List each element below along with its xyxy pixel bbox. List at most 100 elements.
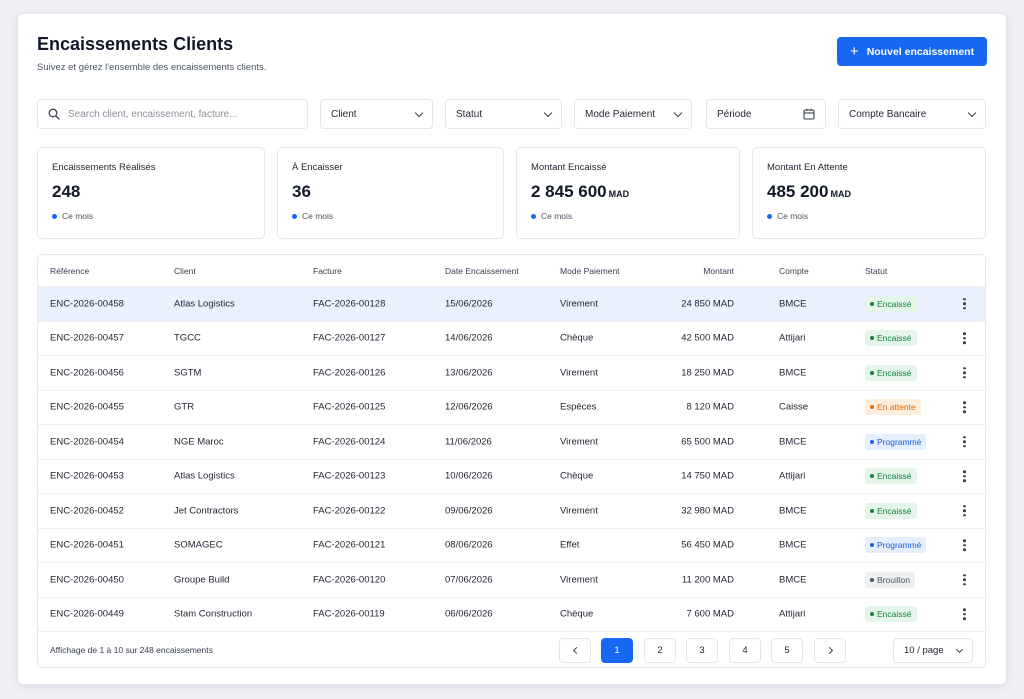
col-mode[interactable]: Mode Paiement xyxy=(560,266,620,276)
cell-facture[interactable]: FAC-2026-00124 xyxy=(313,436,385,447)
cell-mode: Espèces xyxy=(560,401,597,413)
status-dot-icon xyxy=(870,301,874,306)
cell-mode: Chèque xyxy=(560,332,594,344)
cell-reference[interactable]: ENC-2026-00449 xyxy=(50,609,124,620)
table-row[interactable]: ENC-2026-00458 Atlas Logistics FAC-2026-00… xyxy=(38,286,985,321)
page-button-1[interactable]: 1 xyxy=(601,638,633,663)
cell-facture[interactable]: FAC-2026-00128 xyxy=(313,298,385,309)
cell-date: 08/06/2026 xyxy=(445,539,493,551)
periode-filter[interactable]: Période xyxy=(706,99,826,129)
cell-montant: 24 850 MAD xyxy=(681,298,734,310)
more-vertical-icon[interactable] xyxy=(963,574,966,586)
status-dot-icon xyxy=(870,612,874,617)
more-vertical-icon[interactable] xyxy=(963,539,966,551)
cell-compte: Attijari xyxy=(779,608,806,620)
page-button-2[interactable]: 2 xyxy=(644,638,676,663)
new-encaissement-button[interactable]: + Nouvel encaissement xyxy=(837,37,987,66)
page-button-5[interactable]: 5 xyxy=(771,638,803,663)
cell-reference[interactable]: ENC-2026-00458 xyxy=(50,298,124,309)
mode-paiement-filter[interactable]: Mode Paiement xyxy=(574,99,692,129)
cell-reference[interactable]: ENC-2026-00454 xyxy=(50,436,124,447)
cell-reference[interactable]: ENC-2026-00456 xyxy=(50,367,124,378)
table-row[interactable]: ENC-2026-00452 Jet Contractors FAC-2026-00… xyxy=(38,493,985,528)
prev-page-button[interactable] xyxy=(559,638,591,663)
cell-statut: Encaissé xyxy=(865,364,917,381)
page-frame: Encaissements Clients Suivez et gérez l'… xyxy=(18,14,1006,684)
more-vertical-icon[interactable] xyxy=(963,401,966,413)
col-facture[interactable]: Facture xyxy=(313,266,342,276)
more-vertical-icon[interactable] xyxy=(963,436,966,448)
plus-icon: + xyxy=(849,43,859,60)
cell-montant: 8 120 MAD xyxy=(686,401,734,413)
cell-facture[interactable]: FAC-2026-00123 xyxy=(313,471,385,482)
status-badge: Encaissé xyxy=(865,364,917,381)
table-row[interactable]: ENC-2026-00457 TGCC FAC-2026-00127 14/06/20… xyxy=(38,320,985,356)
cell-facture[interactable]: FAC-2026-00121 xyxy=(313,540,385,551)
table-row[interactable]: ENC-2026-00451 SOMAGEC FAC-2026-00121 08/06… xyxy=(38,527,985,563)
page-title: Encaissements Clients xyxy=(37,34,234,54)
status-dot-icon xyxy=(870,336,874,341)
cell-facture[interactable]: FAC-2026-00126 xyxy=(313,367,385,378)
col-client[interactable]: Client xyxy=(174,266,196,276)
cell-facture[interactable]: FAC-2026-00125 xyxy=(313,402,385,413)
cell-facture[interactable]: FAC-2026-00122 xyxy=(313,505,385,516)
chevron-left-icon xyxy=(572,646,580,655)
new-encaissement-label: Nouvel encaissement xyxy=(866,45,975,58)
more-vertical-icon[interactable] xyxy=(963,332,966,344)
cell-reference[interactable]: ENC-2026-00452 xyxy=(50,505,124,516)
more-vertical-icon[interactable] xyxy=(963,608,966,620)
status-badge: En attente xyxy=(865,399,921,416)
cell-mode: Chèque xyxy=(560,470,594,482)
cell-compte: BMCE xyxy=(779,367,807,379)
client-filter[interactable]: Client xyxy=(320,99,433,129)
search-input[interactable]: Search client, encaissement, facture... xyxy=(37,99,308,129)
col-date[interactable]: Date Encaissement xyxy=(445,266,519,276)
table-row[interactable]: ENC-2026-00449 Stam Construction FAC-2026-… xyxy=(38,596,985,632)
cell-reference[interactable]: ENC-2026-00451 xyxy=(50,540,124,551)
pagination-info: Affichage de 1 à 10 sur 248 encaissement… xyxy=(50,645,213,655)
col-montant[interactable]: Montant xyxy=(703,266,734,276)
table-footer: Affichage de 1 à 10 sur 248 encaissement… xyxy=(38,631,985,667)
cell-facture[interactable]: FAC-2026-00119 xyxy=(313,609,385,620)
cell-facture[interactable]: FAC-2026-00120 xyxy=(313,574,385,585)
more-vertical-icon[interactable] xyxy=(963,505,966,517)
statut-filter[interactable]: Statut xyxy=(445,99,562,129)
compte-bancaire-filter[interactable]: Compte Bancaire xyxy=(838,99,986,129)
kpi-period: Ce mois xyxy=(52,211,250,221)
more-vertical-icon[interactable] xyxy=(963,298,966,310)
page-button-3[interactable]: 3 xyxy=(686,638,718,663)
status-dot-icon xyxy=(870,543,874,548)
cell-montant: 7 600 MAD xyxy=(686,608,734,620)
cell-reference[interactable]: ENC-2026-00453 xyxy=(50,471,124,482)
status-dot-icon xyxy=(870,577,874,582)
cell-reference[interactable]: ENC-2026-00455 xyxy=(50,402,124,413)
table-row[interactable]: ENC-2026-00455 GTR FAC-2026-00125 12/06/202… xyxy=(38,389,985,425)
next-page-button[interactable] xyxy=(814,638,846,663)
more-vertical-icon[interactable] xyxy=(963,470,966,482)
cell-reference[interactable]: ENC-2026-00457 xyxy=(50,333,124,344)
kpi-card-a-encaisser: À Encaisser 36 Ce mois xyxy=(277,147,504,239)
more-vertical-icon[interactable] xyxy=(963,367,966,379)
cell-reference[interactable]: ENC-2026-00450 xyxy=(50,574,124,585)
kpi-value: 36 xyxy=(292,182,311,201)
table-row[interactable]: ENC-2026-00450 Groupe Build FAC-2026-00120… xyxy=(38,562,985,597)
status-badge: Encaissé xyxy=(865,502,917,519)
table-row[interactable]: ENC-2026-00453 Atlas Logistics FAC-2026-00… xyxy=(38,458,985,494)
page-button-4[interactable]: 4 xyxy=(729,638,761,663)
col-compte[interactable]: Compte xyxy=(779,266,809,276)
table-row[interactable]: ENC-2026-00456 SGTM FAC-2026-00126 13/06/20… xyxy=(38,355,985,390)
col-reference[interactable]: Référence xyxy=(50,266,89,276)
table-row[interactable]: ENC-2026-00454 NGE Maroc FAC-2026-00124 11/… xyxy=(38,424,985,459)
cell-facture[interactable]: FAC-2026-00127 xyxy=(313,333,385,344)
cell-mode: Virement xyxy=(560,574,598,586)
cell-statut: Brouillon xyxy=(865,571,916,588)
cell-statut: Programmé xyxy=(865,537,927,554)
kpi-period: Ce mois xyxy=(292,211,489,221)
per-page-select[interactable]: 10 / page xyxy=(893,638,973,663)
cell-date: 15/06/2026 xyxy=(445,298,493,310)
col-statut[interactable]: Statut xyxy=(865,266,887,276)
cell-client: TGCC xyxy=(174,332,201,344)
cell-date: 14/06/2026 xyxy=(445,332,493,344)
cell-compte: BMCE xyxy=(779,436,807,448)
client-filter-label: Client xyxy=(331,108,357,120)
